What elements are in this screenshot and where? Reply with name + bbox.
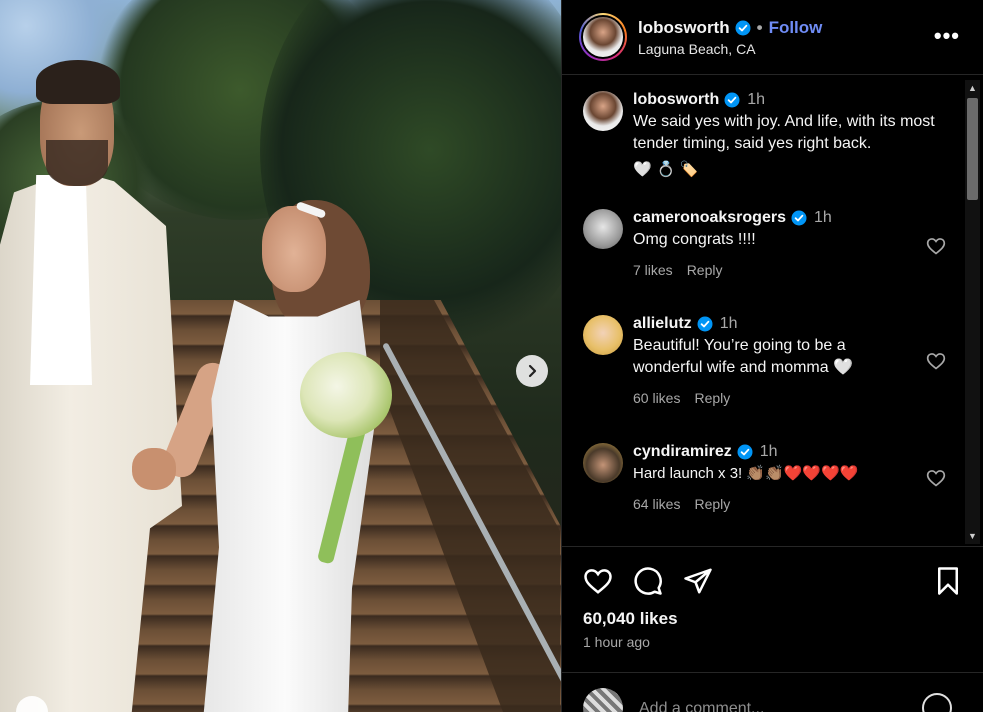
caption-header: lobosworth 1h [633,91,953,109]
caption: lobosworth 1h We said yes with joy. And … [583,91,943,180]
like-comment-heart-icon[interactable] [926,468,946,488]
comment-time[interactable]: 1h [760,443,778,461]
next-photo-button[interactable] [516,355,548,387]
chevron-right-icon [528,364,537,378]
like-count[interactable]: 60,040 likes [583,609,678,629]
comment-meta: 64 likes Reply [633,496,858,512]
comment-avatar[interactable] [583,209,623,249]
like-comment-heart-icon[interactable] [926,351,946,371]
reply-button[interactable]: Reply [694,496,730,512]
comment-header: cameronoaksrogers 1h [633,209,832,227]
comment-likes[interactable]: 60 likes [633,390,680,406]
comment-text: Beautiful! You’re going to be a wonderfu… [633,337,854,376]
scroll-up-arrow-icon[interactable]: ▲ [965,80,980,96]
verified-badge-icon [791,210,807,226]
comments-list: lobosworth 1h We said yes with joy. And … [562,75,983,547]
comment-username[interactable]: cyndiramirez [633,443,732,461]
scroll-down-arrow-icon[interactable]: ▼ [965,528,980,544]
post-timestamp[interactable]: 1 hour ago [583,634,650,650]
emoji-picker-icon[interactable] [922,693,952,712]
comment-item: cameronoaksrogers 1h Omg congrats !!!! 7… [583,209,943,278]
comment-text: Omg congrats !!!! [633,231,756,248]
comment-text: Hard launch x 3! 👏🏽👏🏽❤️❤️❤️❤️ [633,465,859,482]
calla-lily-bouquet [300,352,392,438]
comment-item: cyndiramirez 1h Hard launch x 3! 👏🏽👏🏽❤️❤… [583,443,943,512]
comment-avatar[interactable] [583,443,623,483]
verified-badge-icon [724,92,740,108]
author-info: lobosworth • Follow Laguna Beach, CA [638,18,822,57]
verified-badge-icon [735,20,751,36]
caption-emojis: 🤍 💍 🏷️ [633,160,699,178]
groom-hair [36,60,120,104]
caption-body: lobosworth 1h We said yes with joy. And … [633,91,953,180]
more-options-icon[interactable]: ••• [934,25,960,47]
author-username[interactable]: lobosworth [638,18,730,38]
location-link[interactable]: Laguna Beach, CA [638,41,822,57]
save-bookmark-icon[interactable] [933,566,963,596]
comment-likes[interactable]: 7 likes [633,262,673,278]
groom-beard [46,140,108,186]
author-line: lobosworth • Follow [638,18,822,38]
follow-button[interactable]: Follow [769,18,823,38]
groom-shirt [30,175,92,385]
post-photo[interactable] [0,0,561,712]
caption-avatar[interactable] [583,91,623,131]
verified-badge-icon [697,316,713,332]
author-avatar[interactable] [579,13,627,61]
comment-meta: 7 likes Reply [633,262,832,278]
post-actions [583,566,963,598]
reply-button[interactable]: Reply [687,262,723,278]
post-header: lobosworth • Follow Laguna Beach, CA ••• [562,0,983,75]
caption-text: We said yes with joy. And life, with its… [633,113,935,152]
verified-badge-icon [737,444,753,460]
comment-header: allielutz 1h [633,315,893,333]
comment-meta: 60 likes Reply [633,390,893,406]
separator-dot: • [756,17,763,37]
caption-username[interactable]: lobosworth [633,91,719,109]
add-comment-input[interactable] [639,697,909,712]
reply-button[interactable]: Reply [694,390,730,406]
comment-body: cyndiramirez 1h Hard launch x 3! 👏🏽👏🏽❤️❤… [633,443,858,512]
like-heart-icon[interactable] [583,566,613,596]
scrollbar-thumb[interactable] [967,98,978,200]
comments-scrollbar[interactable]: ▲ ▼ [965,80,980,544]
caption-time[interactable]: 1h [747,91,765,109]
comment-header: cyndiramirez 1h [633,443,858,461]
comment-body: allielutz 1h Beautiful! You’re going to … [633,315,893,406]
comment-time[interactable]: 1h [720,315,738,333]
comment-body: cameronoaksrogers 1h Omg congrats !!!! 7… [633,209,832,278]
add-comment-row [562,672,983,712]
comment-username[interactable]: allielutz [633,315,692,333]
comment-avatar[interactable] [583,315,623,355]
share-send-icon[interactable] [683,566,713,596]
comment-likes[interactable]: 64 likes [633,496,680,512]
holding-hands [132,448,176,490]
bride-face [262,206,326,292]
current-user-avatar [583,688,623,712]
author-avatar-image [581,15,625,59]
comment-time[interactable]: 1h [814,209,832,227]
like-comment-heart-icon[interactable] [926,236,946,256]
post-details-panel: lobosworth • Follow Laguna Beach, CA •••… [561,0,983,712]
comment-item: allielutz 1h Beautiful! You’re going to … [583,315,943,406]
comment-username[interactable]: cameronoaksrogers [633,209,786,227]
comment-bubble-icon[interactable] [633,566,663,596]
